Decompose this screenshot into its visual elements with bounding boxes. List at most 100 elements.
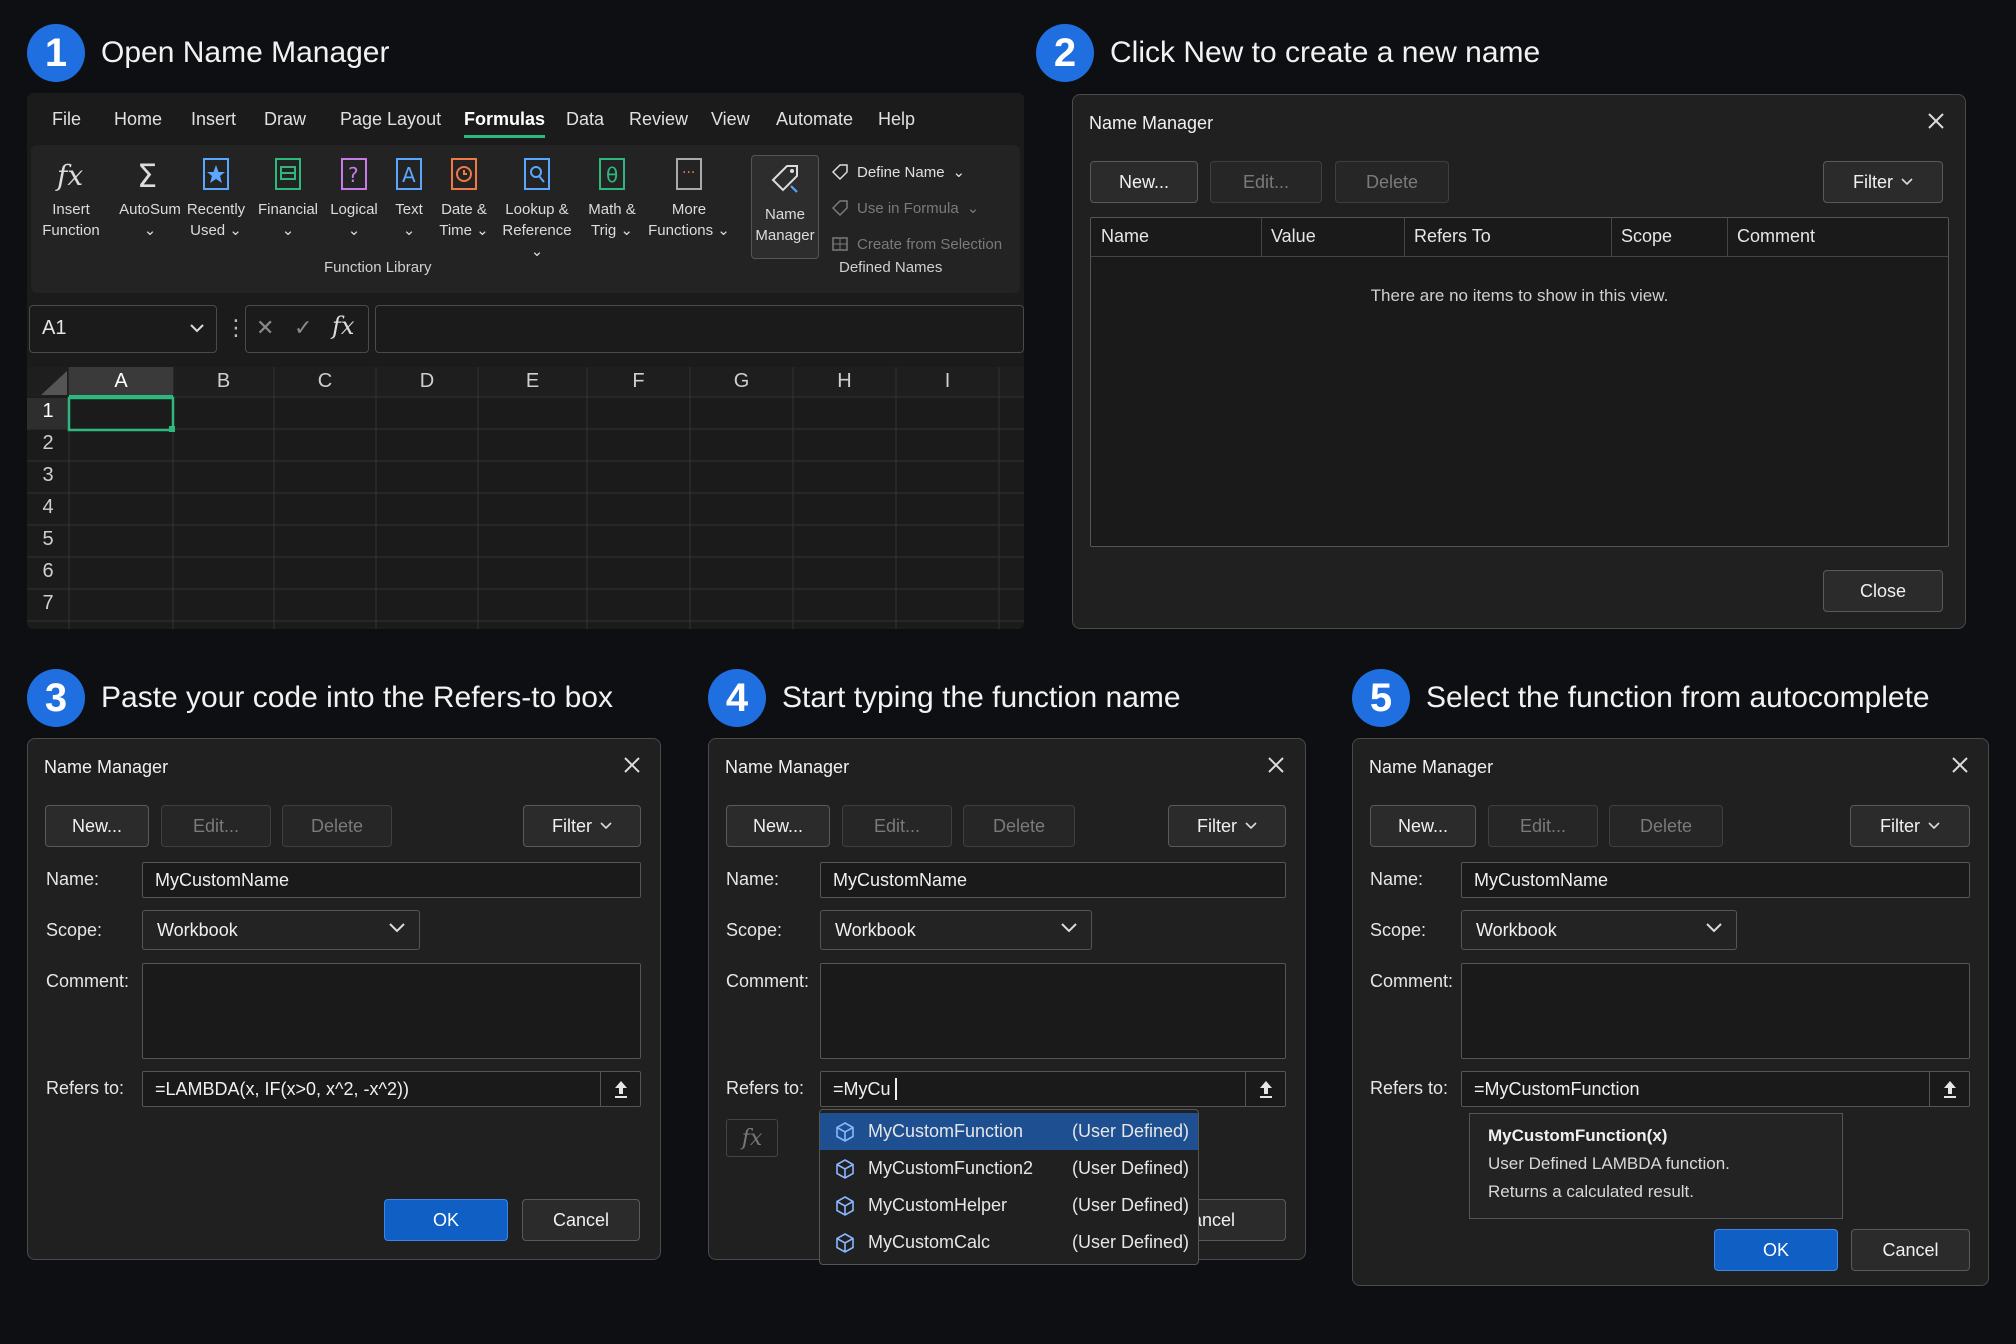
financial-button[interactable]: Financial ⌄ <box>255 155 321 241</box>
comment-field[interactable] <box>1461 963 1970 1059</box>
column-comment[interactable]: Comment <box>1737 226 1815 247</box>
name-field[interactable]: MyCustomName <box>142 862 641 898</box>
column-header-f[interactable]: F <box>587 367 690 395</box>
logical-button[interactable]: ? Logical ⌄ <box>325 155 383 241</box>
menu-view[interactable]: View <box>711 109 750 130</box>
close-icon[interactable] <box>1924 109 1948 133</box>
scope-select[interactable]: Workbook <box>142 910 420 950</box>
delete-button[interactable]: Delete <box>282 805 392 847</box>
column-header-h[interactable]: H <box>793 367 896 395</box>
ok-button[interactable]: OK <box>1714 1229 1838 1271</box>
close-icon[interactable] <box>1264 753 1288 777</box>
create-from-selection-button[interactable]: Create from Selection <box>831 235 1002 253</box>
insert-function-button[interactable]: fx Insert Function <box>39 155 103 241</box>
close-icon[interactable] <box>620 753 644 777</box>
row-header-1[interactable]: 1 <box>27 400 69 423</box>
autocomplete-item[interactable]: MyCustomHelper (User Defined) <box>820 1187 1198 1224</box>
row-header-5[interactable]: 5 <box>27 528 69 551</box>
row-header-7[interactable]: 7 <box>27 592 69 615</box>
column-refers-to[interactable]: Refers To <box>1414 226 1491 247</box>
filter-button[interactable]: Filter <box>1168 805 1286 847</box>
use-in-formula-button[interactable]: Use in Formula ⌄ <box>831 199 979 217</box>
delete-button[interactable]: Delete <box>963 805 1075 847</box>
autosum-button[interactable]: Σ AutoSum ⌄ <box>117 155 183 241</box>
more-functions-button[interactable]: ··· More Functions ⌄ <box>645 155 733 241</box>
check-icon[interactable]: ✓ <box>294 315 312 341</box>
edit-button[interactable]: Edit... <box>161 805 271 847</box>
scope-select[interactable]: Workbook <box>1461 910 1737 950</box>
column-header-e[interactable]: E <box>478 367 587 395</box>
new-button[interactable]: New... <box>1090 161 1198 203</box>
autocomplete-name: MyCustomFunction <box>868 1121 1024 1141</box>
name-manager-button[interactable]: Name Manager <box>751 155 819 259</box>
menu-automate[interactable]: Automate <box>776 109 853 130</box>
column-scope[interactable]: Scope <box>1621 226 1672 247</box>
column-header-b[interactable]: B <box>173 367 274 395</box>
edit-button[interactable]: Edit... <box>1488 805 1598 847</box>
name-field[interactable]: MyCustomName <box>1461 862 1970 898</box>
row-header-6[interactable]: 6 <box>27 560 69 583</box>
close-icon[interactable] <box>1948 753 1972 777</box>
menu-formulas[interactable]: Formulas <box>464 109 546 138</box>
collapse-dialog-button[interactable] <box>1245 1071 1285 1107</box>
fx-icon[interactable]: fx <box>332 312 354 340</box>
row-header-3[interactable]: 3 <box>27 464 69 487</box>
collapse-dialog-button[interactable] <box>600 1071 640 1107</box>
column-header-a[interactable]: A <box>69 367 173 395</box>
menu-file[interactable]: File <box>52 109 81 130</box>
refers-to-field[interactable]: =MyCustomFunction <box>1461 1071 1970 1107</box>
new-button[interactable]: New... <box>45 805 149 847</box>
new-button[interactable]: New... <box>726 805 830 847</box>
comment-field[interactable] <box>820 963 1286 1059</box>
autocomplete-item[interactable]: MyCustomFunction (User Defined) <box>820 1113 1198 1150</box>
column-value[interactable]: Value <box>1271 226 1316 247</box>
name-field[interactable]: MyCustomName <box>820 862 1286 898</box>
column-header-i[interactable]: I <box>896 367 999 395</box>
cell-a1[interactable] <box>69 398 173 430</box>
close-button[interactable]: Close <box>1823 570 1943 612</box>
refers-to-field[interactable]: =LAMBDA(x, IF(x>0, x^2, -x^2)) <box>142 1071 641 1107</box>
recently-used-button[interactable]: Recently Used ⌄ <box>185 155 247 241</box>
delete-button[interactable]: Delete <box>1609 805 1723 847</box>
edit-button[interactable]: Edit... <box>842 805 952 847</box>
autocomplete-item[interactable]: MyCustomCalc (User Defined) <box>820 1224 1198 1261</box>
refers-to-field[interactable]: =MyCu <box>820 1071 1286 1107</box>
menu-draw[interactable]: Draw <box>264 109 306 130</box>
formula-input[interactable] <box>375 305 1024 353</box>
menu-page-layout[interactable]: Page Layout <box>340 109 441 130</box>
name-box[interactable]: A1 <box>29 305 217 353</box>
column-header-c[interactable]: C <box>274 367 376 395</box>
define-name-button[interactable]: Define Name ⌄ <box>831 163 965 181</box>
filter-button[interactable]: Filter <box>1823 161 1943 203</box>
row-header-2[interactable]: 2 <box>27 432 69 455</box>
comment-field[interactable] <box>142 963 641 1059</box>
filter-button[interactable]: Filter <box>1850 805 1970 847</box>
column-name[interactable]: Name <box>1101 226 1149 247</box>
scope-select[interactable]: Workbook <box>820 910 1092 950</box>
cancel-button[interactable]: Cancel <box>522 1199 640 1241</box>
edit-button[interactable]: Edit... <box>1210 161 1322 203</box>
date-time-button[interactable]: Date & Time ⌄ <box>435 155 493 241</box>
column-header-d[interactable]: D <box>376 367 478 395</box>
ok-button[interactable]: OK <box>384 1199 508 1241</box>
cancel-button[interactable]: Cancel <box>1851 1229 1970 1271</box>
svg-text:fx: fx <box>55 159 83 192</box>
lookup-reference-button[interactable]: Lookup & Reference ⌄ <box>495 155 579 262</box>
row-header-4[interactable]: 4 <box>27 496 69 519</box>
menu-insert[interactable]: Insert <box>191 109 236 130</box>
new-button[interactable]: New... <box>1370 805 1476 847</box>
math-trig-button[interactable]: θ Math & Trig ⌄ <box>581 155 643 241</box>
text-button[interactable]: A Text ⌄ <box>385 155 433 241</box>
menu-data[interactable]: Data <box>566 109 604 130</box>
fx-icon[interactable]: fx <box>726 1119 778 1157</box>
collapse-dialog-button[interactable] <box>1929 1071 1969 1107</box>
filter-button[interactable]: Filter <box>523 805 641 847</box>
menu-review[interactable]: Review <box>629 109 688 130</box>
menu-home[interactable]: Home <box>114 109 162 130</box>
autocomplete-item[interactable]: MyCustomFunction2 (User Defined) <box>820 1150 1198 1187</box>
menu-help[interactable]: Help <box>878 109 915 130</box>
cancel-x-icon[interactable]: ✕ <box>256 315 274 341</box>
column-header-g[interactable]: G <box>690 367 793 395</box>
delete-button[interactable]: Delete <box>1335 161 1449 203</box>
name-label: Name: <box>46 869 100 889</box>
